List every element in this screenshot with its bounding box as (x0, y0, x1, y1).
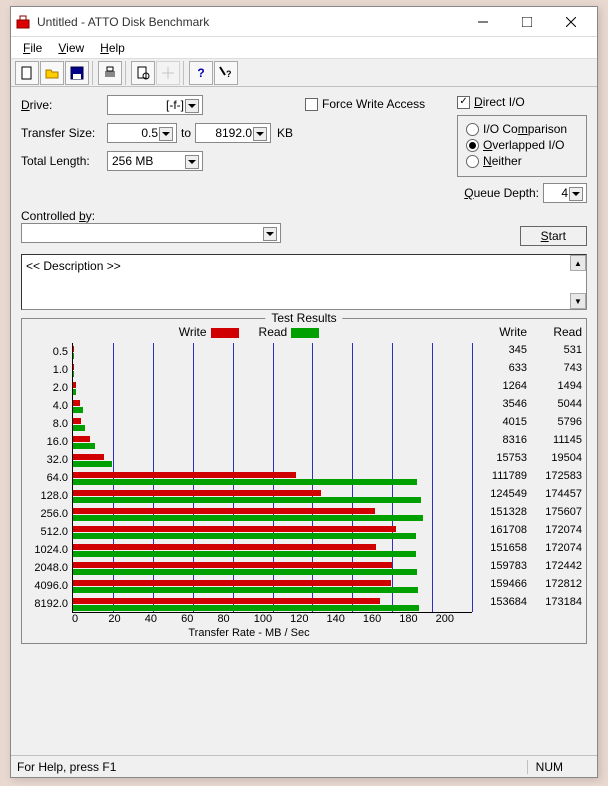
menubar: File View Help (11, 37, 597, 59)
table-row: 153684173184 (472, 593, 582, 611)
table-row: 151658172074 (472, 539, 582, 557)
table-row: 111789172583 (472, 467, 582, 485)
test-results-frame: Test Results Write Read 0.51.02.04.08.01… (21, 318, 587, 644)
chart-x-axis: 020406080100120140160180200 (72, 613, 472, 625)
chart-plot (72, 343, 472, 613)
results-data-table: WriteRead 345531633743126414943546504440… (472, 325, 582, 639)
table-row: 40155796 (472, 413, 582, 431)
menu-file[interactable]: File (15, 40, 50, 56)
table-row: 161708172074 (472, 521, 582, 539)
table-row: 1575319504 (472, 449, 582, 467)
drive-combo[interactable]: [-f-] (107, 95, 203, 115)
controlled-by-label: Controlled by: (21, 209, 510, 223)
force-write-checkbox[interactable]: Force Write Access (305, 97, 445, 111)
results-title: Test Results (265, 311, 342, 325)
table-row: 151328175607 (472, 503, 582, 521)
scroll-down-icon[interactable]: ▼ (570, 293, 586, 309)
transfer-to-text: to (181, 126, 191, 140)
menu-help[interactable]: Help (92, 40, 133, 56)
queue-depth-label: Queue Depth: (464, 186, 539, 200)
status-help-text: For Help, press F1 (17, 760, 116, 774)
maximize-button[interactable] (505, 8, 549, 36)
help-icon[interactable]: ? (189, 61, 213, 85)
statusbar: For Help, press F1 NUM (11, 755, 597, 777)
total-length-label: Total Length: (21, 154, 107, 168)
table-row: 12641494 (472, 377, 582, 395)
overlapped-io-radio[interactable]: Overlapped I/O (466, 138, 578, 152)
close-button[interactable] (549, 8, 593, 36)
direct-io-checkbox[interactable]: ✓ Direct I/O (457, 95, 587, 109)
app-icon (15, 14, 31, 30)
table-row: 345531 (472, 341, 582, 359)
neither-radio[interactable]: Neither (466, 154, 578, 168)
chart-y-labels: 0.51.02.04.08.016.032.064.0128.0256.0512… (26, 343, 72, 613)
transfer-unit: KB (277, 126, 293, 140)
transfer-to-combo[interactable]: 8192.0 (195, 123, 271, 143)
app-window: Untitled - ATTO Disk Benchmark File View… (10, 6, 598, 778)
preview-icon[interactable] (131, 61, 155, 85)
description-box[interactable]: << Description >> ▲ ▼ (21, 254, 587, 310)
table-row: 633743 (472, 359, 582, 377)
open-icon[interactable] (40, 61, 64, 85)
table-row: 159466172812 (472, 575, 582, 593)
transfer-from-combo[interactable]: 0.5 (107, 123, 177, 143)
print-icon[interactable] (98, 61, 122, 85)
transfer-size-label: Transfer Size: (21, 126, 107, 140)
table-row: 124549174457 (472, 485, 582, 503)
start-button[interactable]: Start (520, 226, 587, 246)
io-comparison-radio[interactable]: I/O Comparison (466, 122, 578, 136)
chart-x-label: Transfer Rate - MB / Sec (26, 627, 472, 639)
checkbox-icon: ✓ (457, 96, 470, 109)
io-mode-group: I/O Comparison Overlapped I/O Neither (457, 115, 587, 177)
titlebar[interactable]: Untitled - ATTO Disk Benchmark (11, 7, 597, 37)
table-row: 159783172442 (472, 557, 582, 575)
toolbar: ? ? (11, 59, 597, 87)
svg-text:?: ? (226, 69, 232, 79)
menu-view[interactable]: View (50, 40, 92, 56)
new-icon[interactable] (15, 61, 39, 85)
context-help-icon[interactable]: ? (214, 61, 238, 85)
chart-legend: Write Read (26, 325, 472, 339)
table-row: 831611145 (472, 431, 582, 449)
save-icon[interactable] (65, 61, 89, 85)
drive-label: Drive: (21, 98, 107, 112)
read-swatch (291, 328, 319, 338)
controlled-by-combo[interactable] (21, 223, 281, 243)
table-row: 35465044 (472, 395, 582, 413)
window-title: Untitled - ATTO Disk Benchmark (37, 15, 461, 29)
write-swatch (211, 328, 239, 338)
total-length-combo[interactable]: 256 MB (107, 151, 203, 171)
scroll-up-icon[interactable]: ▲ (570, 255, 586, 271)
move-icon[interactable] (156, 61, 180, 85)
status-num: NUM (527, 760, 571, 774)
checkbox-icon (305, 98, 318, 111)
queue-depth-combo[interactable]: 4 (543, 183, 587, 203)
minimize-button[interactable] (461, 8, 505, 36)
